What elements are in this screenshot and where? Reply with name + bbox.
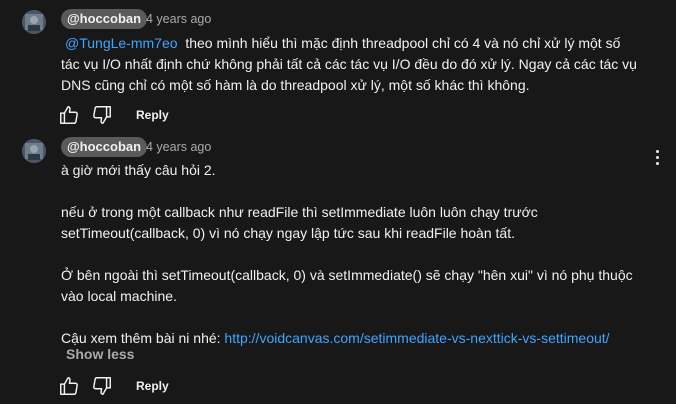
reply-button[interactable]: Reply xyxy=(136,104,169,126)
comment-line: setTimeout(callback, 0) vì nó chạy ngay … xyxy=(61,225,515,241)
thumb-up-icon xyxy=(60,377,78,395)
comment-timestamp[interactable]: 4 years ago xyxy=(146,9,211,29)
comment-line: DNS cũng chỉ có một số hàm là do threadp… xyxy=(61,77,530,93)
comment-line: vào local machine. xyxy=(61,288,177,304)
thumb-up-icon xyxy=(60,106,78,124)
comment-timestamp[interactable]: 4 years ago xyxy=(146,137,211,157)
reply-button[interactable]: Reply xyxy=(136,375,169,397)
avatar[interactable] xyxy=(22,139,46,163)
avatar[interactable] xyxy=(22,10,46,34)
author-name[interactable]: @hoccoban xyxy=(61,9,148,29)
comment-body: @TungLe-mm7eo theo mình hiểu thì mặc địn… xyxy=(61,33,646,96)
thumb-down-icon xyxy=(93,106,111,124)
comment-line: nếu ở trong một callback như readFile th… xyxy=(61,204,538,220)
show-less-button[interactable]: Show less xyxy=(66,344,134,364)
thumb-down-icon xyxy=(93,377,111,395)
like-button[interactable] xyxy=(58,375,80,397)
comment-body: à giờ mới thấy câu hỏi 2. nếu ở trong mộ… xyxy=(61,160,646,349)
more-vert-icon[interactable] xyxy=(651,147,665,167)
mention-link[interactable]: @TungLe-mm7eo xyxy=(61,35,178,51)
comments-section: @hoccoban 4 years ago @TungLe-mm7eo theo… xyxy=(0,0,676,404)
comment-line: tác vụ I/O nhất định chứ không phải tất … xyxy=(61,56,637,72)
author-name[interactable]: @hoccoban xyxy=(61,137,148,157)
comment-line: theo mình hiểu thì mặc định threadpool c… xyxy=(185,35,621,51)
comment-thread-2: @hoccoban 4 years ago à giờ mới thấy câu… xyxy=(0,130,676,404)
comment-thread-1: @hoccoban 4 years ago @TungLe-mm7eo theo… xyxy=(0,0,676,130)
comment-line: à giờ mới thấy câu hỏi 2. xyxy=(61,162,216,178)
comment-line: Ở bên ngoài thì setTimeout(callback, 0) … xyxy=(61,267,633,283)
external-link[interactable]: http://voidcanvas.com/setimmediate-vs-ne… xyxy=(224,330,609,346)
dislike-button[interactable] xyxy=(91,104,113,126)
like-button[interactable] xyxy=(58,104,80,126)
dislike-button[interactable] xyxy=(91,375,113,397)
